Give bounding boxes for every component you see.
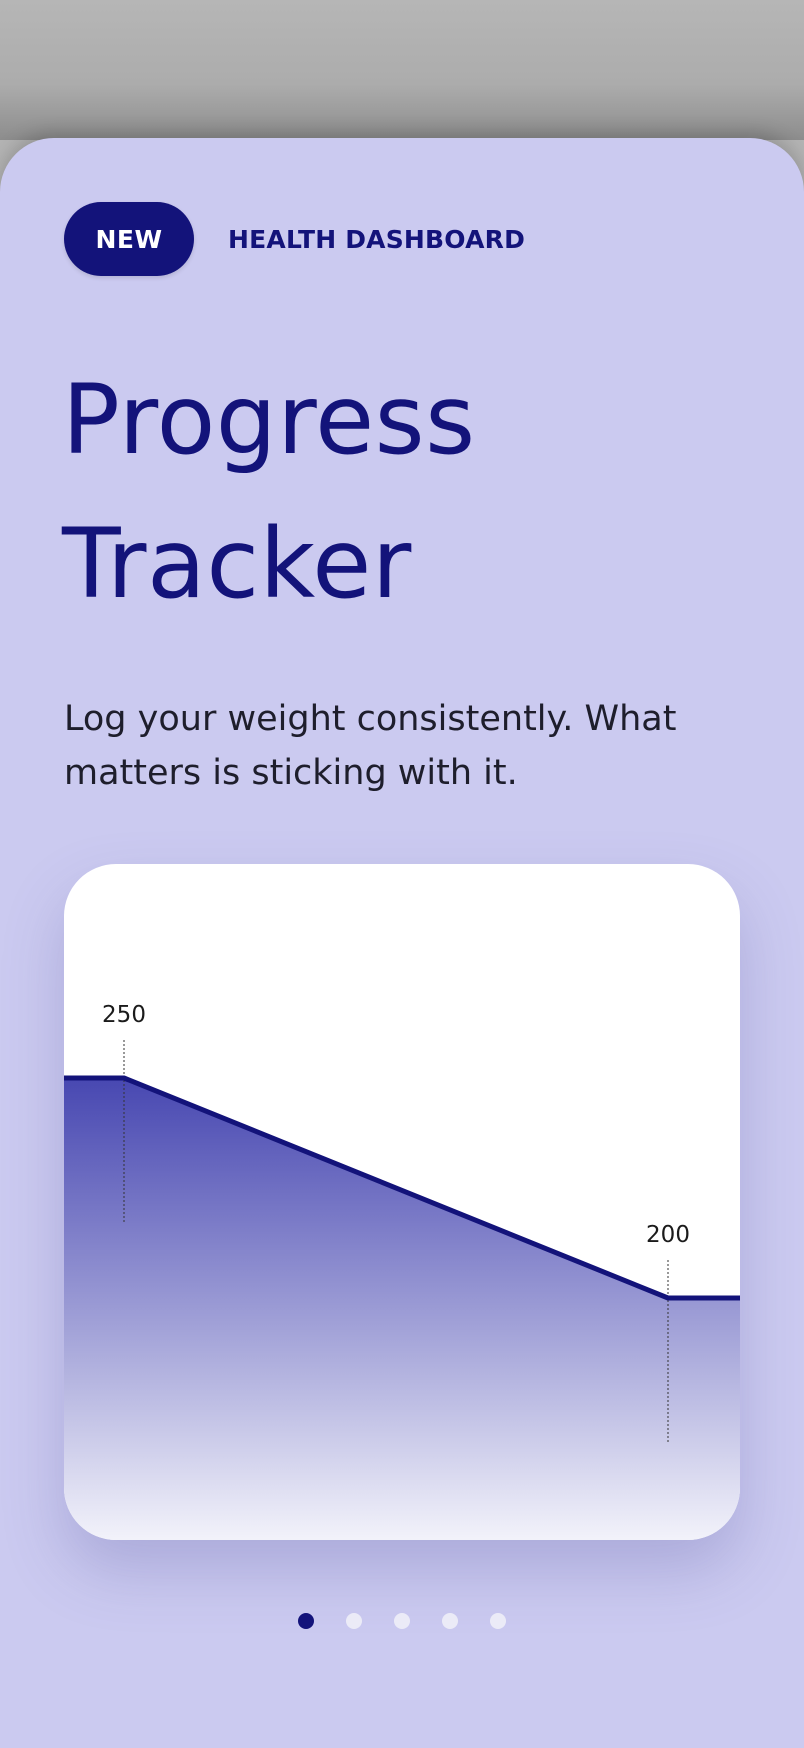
data-label: 250 [102,1002,146,1028]
page-dot[interactable] [298,1613,314,1629]
onboarding-sheet: NEW HEALTH DASHBOARD Progress Tracker Log… [0,138,804,1748]
page-dot[interactable] [394,1613,410,1629]
page-dot[interactable] [346,1613,362,1629]
page-dot[interactable] [490,1613,506,1629]
header-row: NEW HEALTH DASHBOARD [64,202,525,276]
new-badge: NEW [64,202,194,276]
category-label: HEALTH DASHBOARD [228,224,526,254]
status-area [0,0,804,140]
weight-chart-card: 250 200 [64,864,740,1540]
page-subtitle: Log your weight consistently. What matte… [64,699,677,793]
page-dot[interactable] [442,1613,458,1629]
page-title: Progress Tracker [62,364,476,620]
data-label: 200 [646,1222,690,1248]
page-indicator [0,1613,804,1629]
chart-area-fill [64,1078,740,1540]
weight-chart: 250 200 [64,1002,740,1540]
